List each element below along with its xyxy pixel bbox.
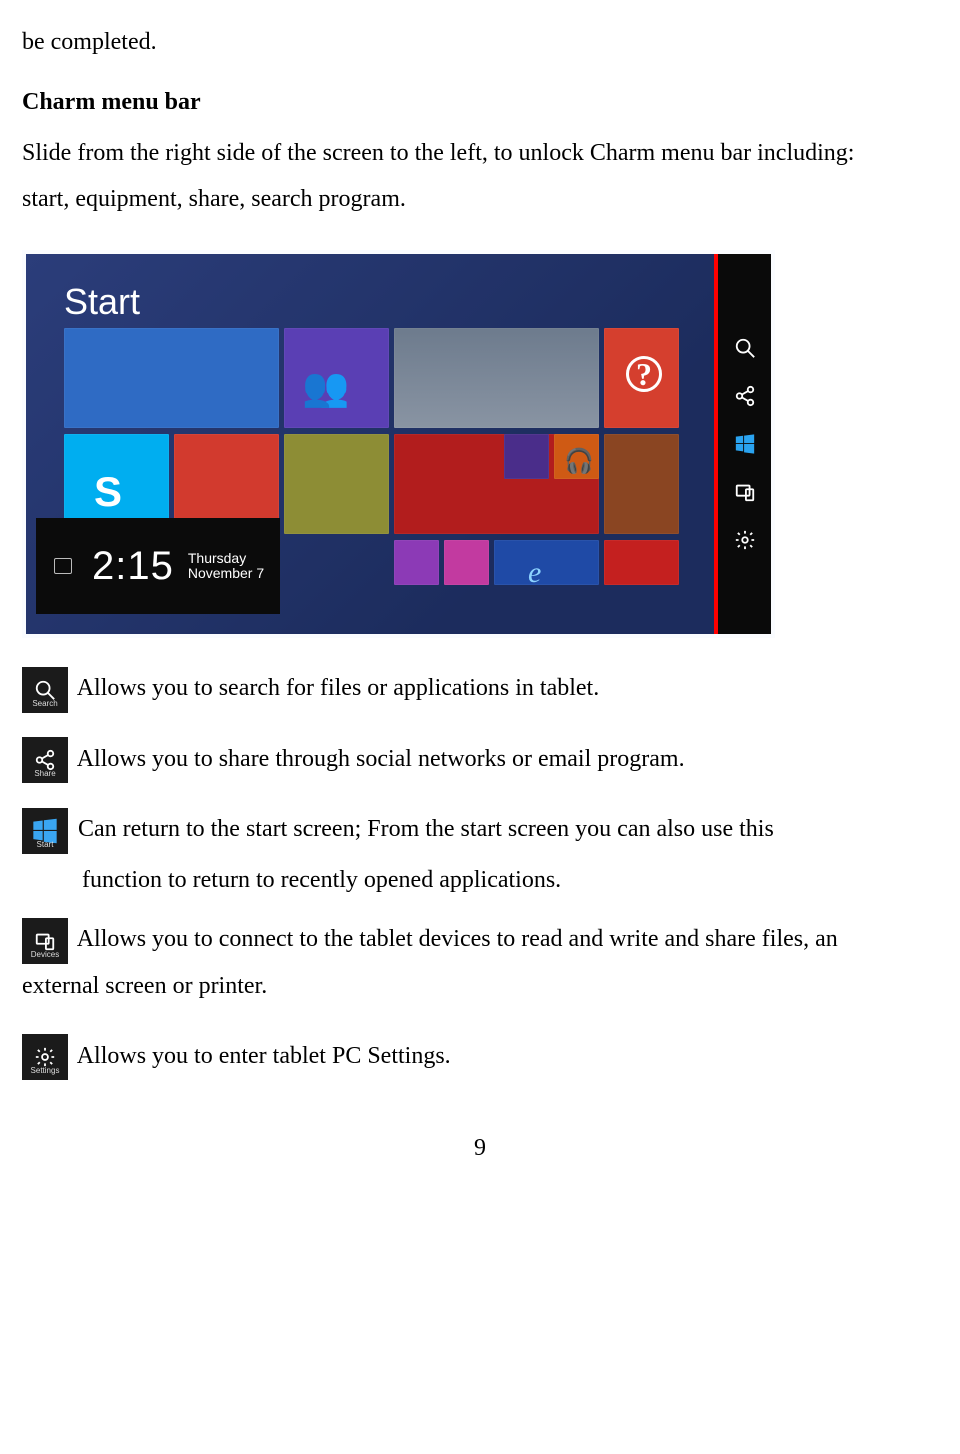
item-start-text-line1: Can return to the start screen; From the… — [78, 816, 774, 842]
tile-red-bottom — [604, 540, 679, 585]
tile-photo — [604, 434, 679, 534]
item-devices-text-line2: external screen or printer. — [22, 964, 938, 1010]
item-settings: Settings Allows you to enter tablet PC S… — [22, 1034, 938, 1080]
item-start: Start Can return to the start screen; Fr… — [22, 807, 938, 853]
share-icon: Share — [22, 737, 68, 783]
tile-purple-small-2 — [444, 540, 489, 585]
tile-olive — [284, 434, 389, 534]
clock-overlay: 2:15 Thursday November 7 — [36, 518, 280, 614]
item-devices: Devices Allows you to connect to the tab… — [22, 917, 938, 963]
devices-icon: Devices — [22, 918, 68, 964]
page-number: 9 — [22, 1126, 938, 1172]
item-search-text: Allows you to search for files or applic… — [77, 675, 600, 701]
intro-paragraph-line1: Slide from the right side of the screen … — [22, 131, 938, 177]
start-label: Start — [64, 268, 140, 336]
tile-weather — [394, 328, 599, 428]
charm-devices-icon — [734, 481, 756, 503]
tile-people: 👥 — [284, 328, 389, 428]
charm-search-icon — [734, 337, 756, 359]
charm-settings-icon — [734, 529, 756, 551]
start-icon: Start — [22, 808, 68, 854]
settings-icon-label: Settings — [22, 1063, 68, 1078]
start-screen-screenshot: Start S 👥 🎧 e ? — [22, 250, 775, 638]
tile-internet-explorer: e — [494, 540, 599, 585]
item-start-text-line2: function to return to recently opened ap… — [82, 858, 938, 904]
tile-help: ? — [604, 328, 679, 428]
item-share-text: Allows you to share through social netwo… — [77, 746, 685, 772]
tile-deep-purple — [504, 434, 549, 479]
clock-weekday: Thursday — [188, 551, 264, 566]
item-search: Search Allows you to search for files or… — [22, 666, 938, 712]
devices-icon-label: Devices — [22, 947, 68, 962]
tile-desktop — [64, 328, 279, 428]
settings-icon: Settings — [22, 1034, 68, 1080]
start-icon-label: Start — [22, 837, 68, 852]
charm-bar — [718, 254, 771, 634]
item-devices-text-line1: Allows you to connect to the tablet devi… — [77, 926, 838, 952]
charm-start-icon — [734, 433, 756, 455]
charm-share-icon — [734, 385, 756, 407]
heading-charm-menu-bar: Charm menu bar — [22, 80, 938, 126]
tile-music: 🎧 — [554, 434, 599, 479]
search-icon-label: Search — [22, 696, 68, 711]
item-share: Share Allows you to share through social… — [22, 737, 938, 783]
clock-time: 2:15 — [92, 528, 174, 604]
intro-paragraph-line2: start, equipment, share, search program. — [22, 177, 938, 223]
item-settings-text: Allows you to enter tablet PC Settings. — [77, 1043, 451, 1069]
search-icon: Search — [22, 667, 68, 713]
clock-date: November 7 — [188, 566, 264, 581]
network-icon — [54, 558, 72, 574]
share-icon-label: Share — [22, 766, 68, 781]
tile-purple-small-1 — [394, 540, 439, 585]
continuation-text: be completed. — [22, 20, 938, 66]
